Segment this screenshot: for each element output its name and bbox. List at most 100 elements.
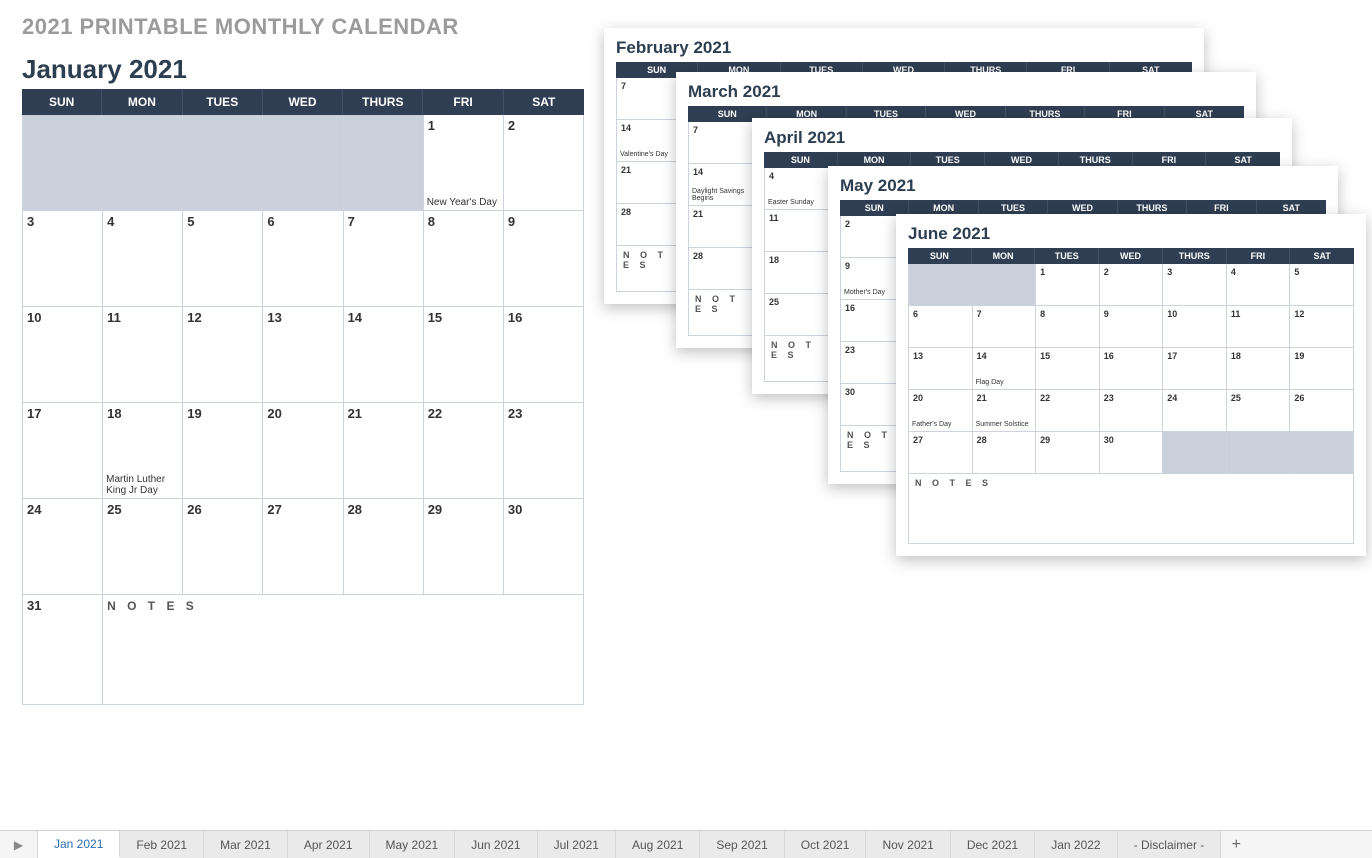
sheet-tab[interactable]: Jan 2021 — [38, 831, 120, 858]
sheet-tab[interactable]: Aug 2021 — [616, 831, 700, 858]
calendar-cell[interactable]: 18 — [1227, 348, 1291, 390]
calendar-cell[interactable]: 16 — [504, 307, 584, 403]
calendar-cell[interactable]: 25 — [765, 294, 835, 336]
calendar-cell[interactable]: 11 — [103, 307, 183, 403]
calendar-cell[interactable] — [103, 115, 183, 211]
day-header: FRI — [423, 89, 503, 115]
calendar-cell[interactable]: 18Martin Luther King Jr Day — [103, 403, 183, 499]
calendar-cell[interactable]: 2 — [1100, 264, 1164, 306]
calendar-cell[interactable]: 9 — [1100, 306, 1164, 348]
calendar-cell[interactable]: 12 — [1290, 306, 1354, 348]
calendar-cell[interactable]: 5 — [1290, 264, 1354, 306]
calendar-cell[interactable]: 3 — [23, 211, 103, 307]
sheet-tab[interactable]: Jul 2021 — [538, 831, 616, 858]
calendar-cell[interactable]: 3 — [1163, 264, 1227, 306]
calendar-cell[interactable]: 28 — [344, 499, 424, 595]
calendar-cell[interactable]: 8 — [424, 211, 504, 307]
sheet-tab[interactable]: Oct 2021 — [785, 831, 867, 858]
notes-label[interactable]: N O T E S — [764, 336, 834, 382]
calendar-cell[interactable]: 21Summer Solstice — [973, 390, 1037, 432]
calendar-cell[interactable]: 24 — [23, 499, 103, 595]
notes-label[interactable]: N O T E S — [688, 290, 758, 336]
calendar-cell[interactable]: 30 — [504, 499, 584, 595]
sheet-tab[interactable]: Nov 2021 — [866, 831, 950, 858]
calendar-cell[interactable]: 12 — [183, 307, 263, 403]
calendar-cell[interactable]: 20Father's Day — [909, 390, 973, 432]
calendar-cell[interactable]: 15 — [424, 307, 504, 403]
calendar-cell[interactable] — [1227, 432, 1291, 474]
calendar-cell[interactable]: 10 — [23, 307, 103, 403]
calendar-cell[interactable]: 15 — [1036, 348, 1100, 390]
calendar-cell[interactable]: 29 — [1036, 432, 1100, 474]
calendar-cell[interactable]: 1 — [1036, 264, 1100, 306]
calendar-cell[interactable]: 27 — [909, 432, 973, 474]
calendar-cell[interactable]: 20 — [263, 403, 343, 499]
sheet-tab[interactable]: May 2021 — [370, 831, 456, 858]
calendar-cell[interactable]: 17 — [1163, 348, 1227, 390]
calendar-cell[interactable]: 4 — [103, 211, 183, 307]
calendar-cell[interactable]: 8 — [1036, 306, 1100, 348]
calendar-cell[interactable]: 10 — [1163, 306, 1227, 348]
calendar-cell[interactable]: 25 — [1227, 390, 1291, 432]
calendar-cell[interactable]: 29 — [424, 499, 504, 595]
calendar-cell[interactable]: 7 — [973, 306, 1037, 348]
calendar-cell[interactable]: 19 — [1290, 348, 1354, 390]
calendar-cell[interactable] — [1290, 432, 1354, 474]
calendar-cell[interactable] — [973, 264, 1037, 306]
calendar-cell[interactable]: 18 — [765, 252, 835, 294]
notes-label[interactable]: N O T E S — [103, 595, 584, 705]
calendar-cell[interactable]: 11 — [765, 210, 835, 252]
calendar-cell[interactable]: 7 — [344, 211, 424, 307]
calendar-cell[interactable] — [263, 115, 343, 211]
calendar-cell[interactable]: 16 — [1100, 348, 1164, 390]
calendar-cell[interactable] — [909, 264, 973, 306]
calendar-cell[interactable]: 13 — [263, 307, 343, 403]
calendar-cell[interactable] — [183, 115, 263, 211]
sheet-tab[interactable]: Sep 2021 — [700, 831, 784, 858]
calendar-cell[interactable]: 17 — [23, 403, 103, 499]
calendar-cell[interactable]: 6 — [263, 211, 343, 307]
calendar-cell[interactable]: 26 — [1290, 390, 1354, 432]
calendar-cell[interactable]: 28 — [973, 432, 1037, 474]
calendar-cell[interactable]: 22 — [1036, 390, 1100, 432]
calendar-cell[interactable]: 28 — [689, 248, 759, 290]
calendar-cell[interactable]: 1New Year's Day — [424, 115, 504, 211]
notes-label[interactable]: N O T E S — [908, 474, 1354, 544]
calendar-cell[interactable]: 7 — [689, 122, 759, 164]
sheet-tab[interactable]: Feb 2021 — [120, 831, 204, 858]
calendar-cell[interactable]: 14Flag Day — [973, 348, 1037, 390]
calendar-cell[interactable]: 4Easter Sunday — [765, 168, 835, 210]
sheet-tab[interactable]: Apr 2021 — [288, 831, 370, 858]
calendar-cell[interactable]: 4 — [1227, 264, 1291, 306]
calendar-cell[interactable]: 11 — [1227, 306, 1291, 348]
calendar-cell[interactable]: 6 — [909, 306, 973, 348]
calendar-cell[interactable]: 26 — [183, 499, 263, 595]
sheet-tab[interactable]: - Disclaimer - — [1118, 831, 1222, 858]
calendar-cell[interactable]: 25 — [103, 499, 183, 595]
add-sheet-button[interactable]: + — [1221, 831, 1251, 858]
sheet-tab[interactable]: Mar 2021 — [204, 831, 288, 858]
calendar-cell[interactable]: 14 — [344, 307, 424, 403]
calendar-cell[interactable]: 23 — [1100, 390, 1164, 432]
calendar-cell[interactable]: 22 — [424, 403, 504, 499]
calendar-cell[interactable]: 30 — [1100, 432, 1164, 474]
calendar-cell[interactable]: 27 — [263, 499, 343, 595]
sheet-tab[interactable]: Dec 2021 — [951, 831, 1035, 858]
sheet-tab[interactable]: Jun 2021 — [455, 831, 537, 858]
calendar-cell[interactable]: 9 — [504, 211, 584, 307]
calendar-cell[interactable]: 2 — [504, 115, 584, 211]
calendar-cell[interactable] — [23, 115, 103, 211]
calendar-cell[interactable]: 14Daylight Savings Begins — [689, 164, 759, 206]
calendar-cell[interactable]: 24 — [1163, 390, 1227, 432]
calendar-cell[interactable]: 5 — [183, 211, 263, 307]
calendar-cell[interactable]: 31 — [23, 595, 103, 705]
tab-scroll-arrow-icon[interactable]: ▶ — [0, 831, 38, 858]
calendar-cell[interactable] — [1163, 432, 1227, 474]
calendar-cell[interactable]: 13 — [909, 348, 973, 390]
calendar-cell[interactable]: 23 — [504, 403, 584, 499]
calendar-cell[interactable]: 21 — [344, 403, 424, 499]
sheet-tab[interactable]: Jan 2022 — [1035, 831, 1117, 858]
calendar-cell[interactable]: 21 — [689, 206, 759, 248]
calendar-cell[interactable]: 19 — [183, 403, 263, 499]
calendar-cell[interactable] — [344, 115, 424, 211]
